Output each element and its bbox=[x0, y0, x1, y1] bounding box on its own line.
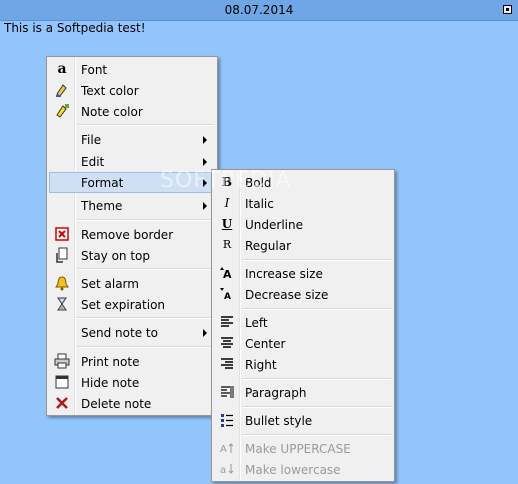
title-bar[interactable]: 08.07.2014 bbox=[0, 0, 518, 21]
submenu-item-underline[interactable]: U Underline bbox=[214, 214, 392, 235]
submenu-item-align-left[interactable]: Left bbox=[214, 312, 392, 333]
italic-icon: I bbox=[224, 196, 230, 210]
font-icon: a bbox=[57, 61, 67, 77]
format-submenu: B Bold I Italic U Underline R Regular A … bbox=[211, 169, 395, 482]
submenu-arrow-icon bbox=[203, 329, 207, 337]
menu-item-file[interactable]: File bbox=[49, 129, 215, 150]
svg-text:A: A bbox=[224, 292, 231, 302]
menu-item-send-note-to[interactable]: Send note to bbox=[49, 322, 215, 343]
increase-size-icon: A bbox=[219, 265, 235, 281]
svg-text:a: a bbox=[220, 465, 226, 476]
bold-icon: B bbox=[221, 175, 233, 189]
menu-item-edit[interactable]: Edit bbox=[49, 151, 215, 172]
svg-text:A: A bbox=[223, 268, 232, 281]
align-center-icon bbox=[219, 335, 235, 351]
regular-icon: R bbox=[222, 238, 232, 251]
submenu-item-paragraph[interactable]: Paragraph bbox=[214, 382, 392, 403]
submenu-item-italic[interactable]: I Italic bbox=[214, 193, 392, 214]
align-left-icon bbox=[219, 314, 235, 330]
uppercase-icon: A bbox=[219, 440, 235, 456]
svg-text:A: A bbox=[220, 444, 227, 455]
submenu-arrow-icon bbox=[203, 179, 207, 187]
menu-item-note-color[interactable]: Note color bbox=[49, 101, 215, 122]
submenu-item-regular[interactable]: R Regular bbox=[214, 235, 392, 256]
submenu-item-make-uppercase[interactable]: A Make UPPERCASE bbox=[214, 438, 392, 459]
lowercase-icon: a bbox=[219, 461, 235, 477]
menu-item-delete-note[interactable]: Delete note bbox=[49, 393, 215, 414]
remove-border-icon bbox=[54, 226, 70, 242]
paragraph-icon bbox=[219, 384, 235, 400]
stay-on-top-icon bbox=[54, 247, 70, 263]
menu-item-set-alarm[interactable]: Set alarm bbox=[49, 273, 215, 294]
menu-item-hide-note[interactable]: Hide note bbox=[49, 372, 215, 393]
bullet-list-icon bbox=[219, 412, 235, 428]
menu-item-font[interactable]: a Font bbox=[49, 59, 215, 80]
submenu-item-make-lowercase[interactable]: a Make lowercase bbox=[214, 459, 392, 480]
menu-item-set-expiration[interactable]: Set expiration bbox=[49, 294, 215, 315]
window-title: 08.07.2014 bbox=[224, 3, 294, 17]
menu-item-stay-on-top[interactable]: Stay on top bbox=[49, 245, 215, 266]
text-color-icon bbox=[54, 82, 70, 98]
alarm-bell-icon bbox=[54, 275, 70, 291]
align-right-icon bbox=[219, 356, 235, 372]
submenu-item-align-right[interactable]: Right bbox=[214, 354, 392, 375]
submenu-arrow-icon bbox=[203, 202, 207, 210]
submenu-item-bold[interactable]: B Bold bbox=[214, 172, 392, 193]
submenu-arrow-icon bbox=[203, 158, 207, 166]
submenu-item-decrease-size[interactable]: A Decrease size bbox=[214, 284, 392, 305]
submenu-item-bullet-style[interactable]: Bullet style bbox=[214, 410, 392, 431]
note-color-icon bbox=[54, 103, 70, 119]
note-text[interactable]: This is a Softpedia test! bbox=[4, 21, 146, 35]
hide-window-icon bbox=[54, 374, 70, 390]
menu-item-print-note[interactable]: Print note bbox=[49, 351, 215, 372]
underline-icon: U bbox=[221, 217, 233, 231]
menu-item-text-color[interactable]: Text color bbox=[49, 80, 215, 101]
menu-item-remove-border[interactable]: Remove border bbox=[49, 224, 215, 245]
menu-item-format[interactable]: Format bbox=[49, 172, 215, 193]
hourglass-icon bbox=[54, 296, 70, 312]
delete-x-icon bbox=[54, 395, 70, 411]
submenu-item-increase-size[interactable]: A Increase size bbox=[214, 263, 392, 284]
submenu-arrow-icon bbox=[203, 136, 207, 144]
menu-item-theme[interactable]: Theme bbox=[49, 195, 215, 216]
printer-icon bbox=[54, 353, 70, 369]
close-button[interactable] bbox=[503, 5, 512, 14]
decrease-size-icon: A bbox=[219, 286, 235, 302]
submenu-item-align-center[interactable]: Center bbox=[214, 333, 392, 354]
context-menu: a Font Text color Note color File Edit F… bbox=[46, 56, 218, 416]
